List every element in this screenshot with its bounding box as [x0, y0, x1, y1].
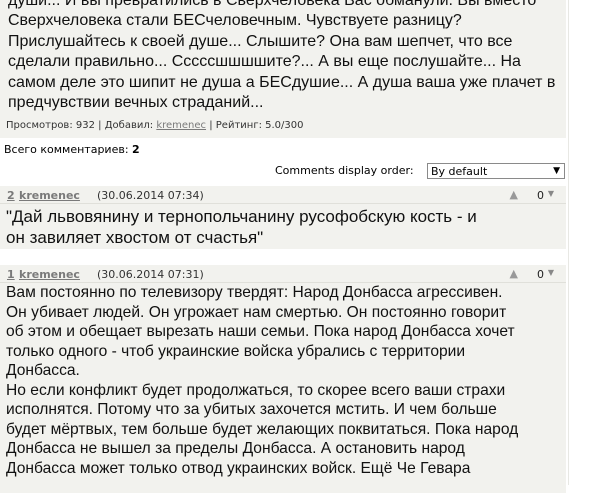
article-line: самом деле это шипит не душа а БЕСдушие.…	[8, 73, 556, 91]
views-label: Просмотров:	[6, 120, 73, 131]
comment-date: (30.06.2014 07:31)	[97, 268, 204, 281]
comment-date: (30.06.2014 07:34)	[97, 189, 204, 202]
article-line: Сверхчеловека стали БЕСчеловечным. Чувст…	[8, 12, 462, 30]
comment-number-link[interactable]: 1	[7, 268, 15, 281]
order-selected-value: By default	[431, 165, 488, 178]
article-line: предчувствии вечных страданий...	[8, 94, 264, 112]
page-edge-divider	[568, 0, 569, 485]
comment-line: он завиляет хвостом от счастья"	[6, 228, 264, 247]
views-count: 932	[75, 120, 95, 131]
comment-line: об этом и обещает вырезать наши семьи. П…	[6, 323, 515, 340]
comment-header: 1 kremenec (30.06.2014 07:31) ▲ 0 ▼	[0, 265, 566, 282]
added-by-label: Добавил:	[104, 120, 154, 131]
comment-score: 0	[537, 268, 544, 281]
comment-line: Донбасса может только отвод украинских в…	[6, 459, 471, 477]
comment: 1 kremenec (30.06.2014 07:31) ▲ 0 ▼ Вам …	[0, 265, 568, 493]
order-select[interactable]: By default ▼	[427, 163, 565, 179]
comments-total: Всего комментариев: 2	[4, 143, 140, 156]
comments-total-label: Всего комментариев:	[4, 143, 129, 156]
article-line: души... И вы превратились в Сверхчеловек…	[8, 0, 537, 9]
article-text: души... И вы превратились в Сверхчеловек…	[8, 0, 560, 113]
comment-text: "Дай львовянину и тернопольчанину русофо…	[6, 206, 477, 248]
article-block: души... И вы превратились в Сверхчеловек…	[0, 0, 566, 138]
article-line: сделали правильно... Сссссшшшшите?... А …	[8, 53, 521, 71]
comment-line: исполнятся. Потому что за убитых захочет…	[6, 401, 497, 418]
order-label: Comments display order:	[275, 164, 414, 177]
author-link[interactable]: kremenec	[156, 120, 206, 131]
vote-down-icon[interactable]: ▼	[548, 268, 554, 277]
comment-line: "Дай львовянину и тернопольчанину русофо…	[6, 207, 477, 226]
comment-text: Вам постоянно по телевизору твердят: Нар…	[6, 283, 518, 478]
rating-value: 5.0/300	[265, 120, 304, 131]
vote-down-icon[interactable]: ▼	[548, 189, 554, 198]
comment-line: Он убивает людей. Он угрожает нам смерть…	[6, 303, 507, 321]
comment-line: Донбасса не вышел за пределы Донбасса. А…	[6, 440, 465, 457]
comment-line: Вам постоянно по телевизору твердят: Нар…	[6, 284, 503, 301]
dropdown-arrow-icon: ▼	[553, 166, 560, 176]
article-stats: Просмотров: 932 | Добавил: kremenec | Ре…	[6, 120, 304, 131]
comment-user-link[interactable]: kremenec	[19, 268, 80, 281]
comments-total-count: 2	[132, 143, 140, 156]
comment-body: Вам постоянно по телевизору твердят: Нар…	[0, 282, 566, 493]
comment-line: только одного - чтоб украинские войска у…	[6, 342, 466, 360]
vote-up-icon[interactable]: ▲	[510, 267, 518, 280]
comment-line: Но если конфликт будет продолжаться, то …	[6, 381, 506, 399]
comment: 2 kremenec (30.06.2014 07:34) ▲ 0 ▼ "Дай…	[0, 186, 568, 249]
vote-up-icon[interactable]: ▲	[510, 188, 518, 201]
rating-label: Рейтинг:	[215, 120, 262, 131]
comment-body: "Дай львовянину и тернопольчанину русофо…	[0, 203, 566, 249]
article-line: Прислушайтесь к своей душе... Слышите? О…	[8, 32, 513, 50]
comment-line: Донбасса.	[6, 362, 80, 379]
comment-header: 2 kremenec (30.06.2014 07:34) ▲ 0 ▼	[0, 186, 566, 203]
comment-line: будет мёртвых, тем больше будет желающих…	[6, 420, 519, 438]
comment-user-link[interactable]: kremenec	[19, 189, 80, 202]
comment-number-link[interactable]: 2	[7, 189, 15, 202]
comment-score: 0	[537, 189, 544, 202]
